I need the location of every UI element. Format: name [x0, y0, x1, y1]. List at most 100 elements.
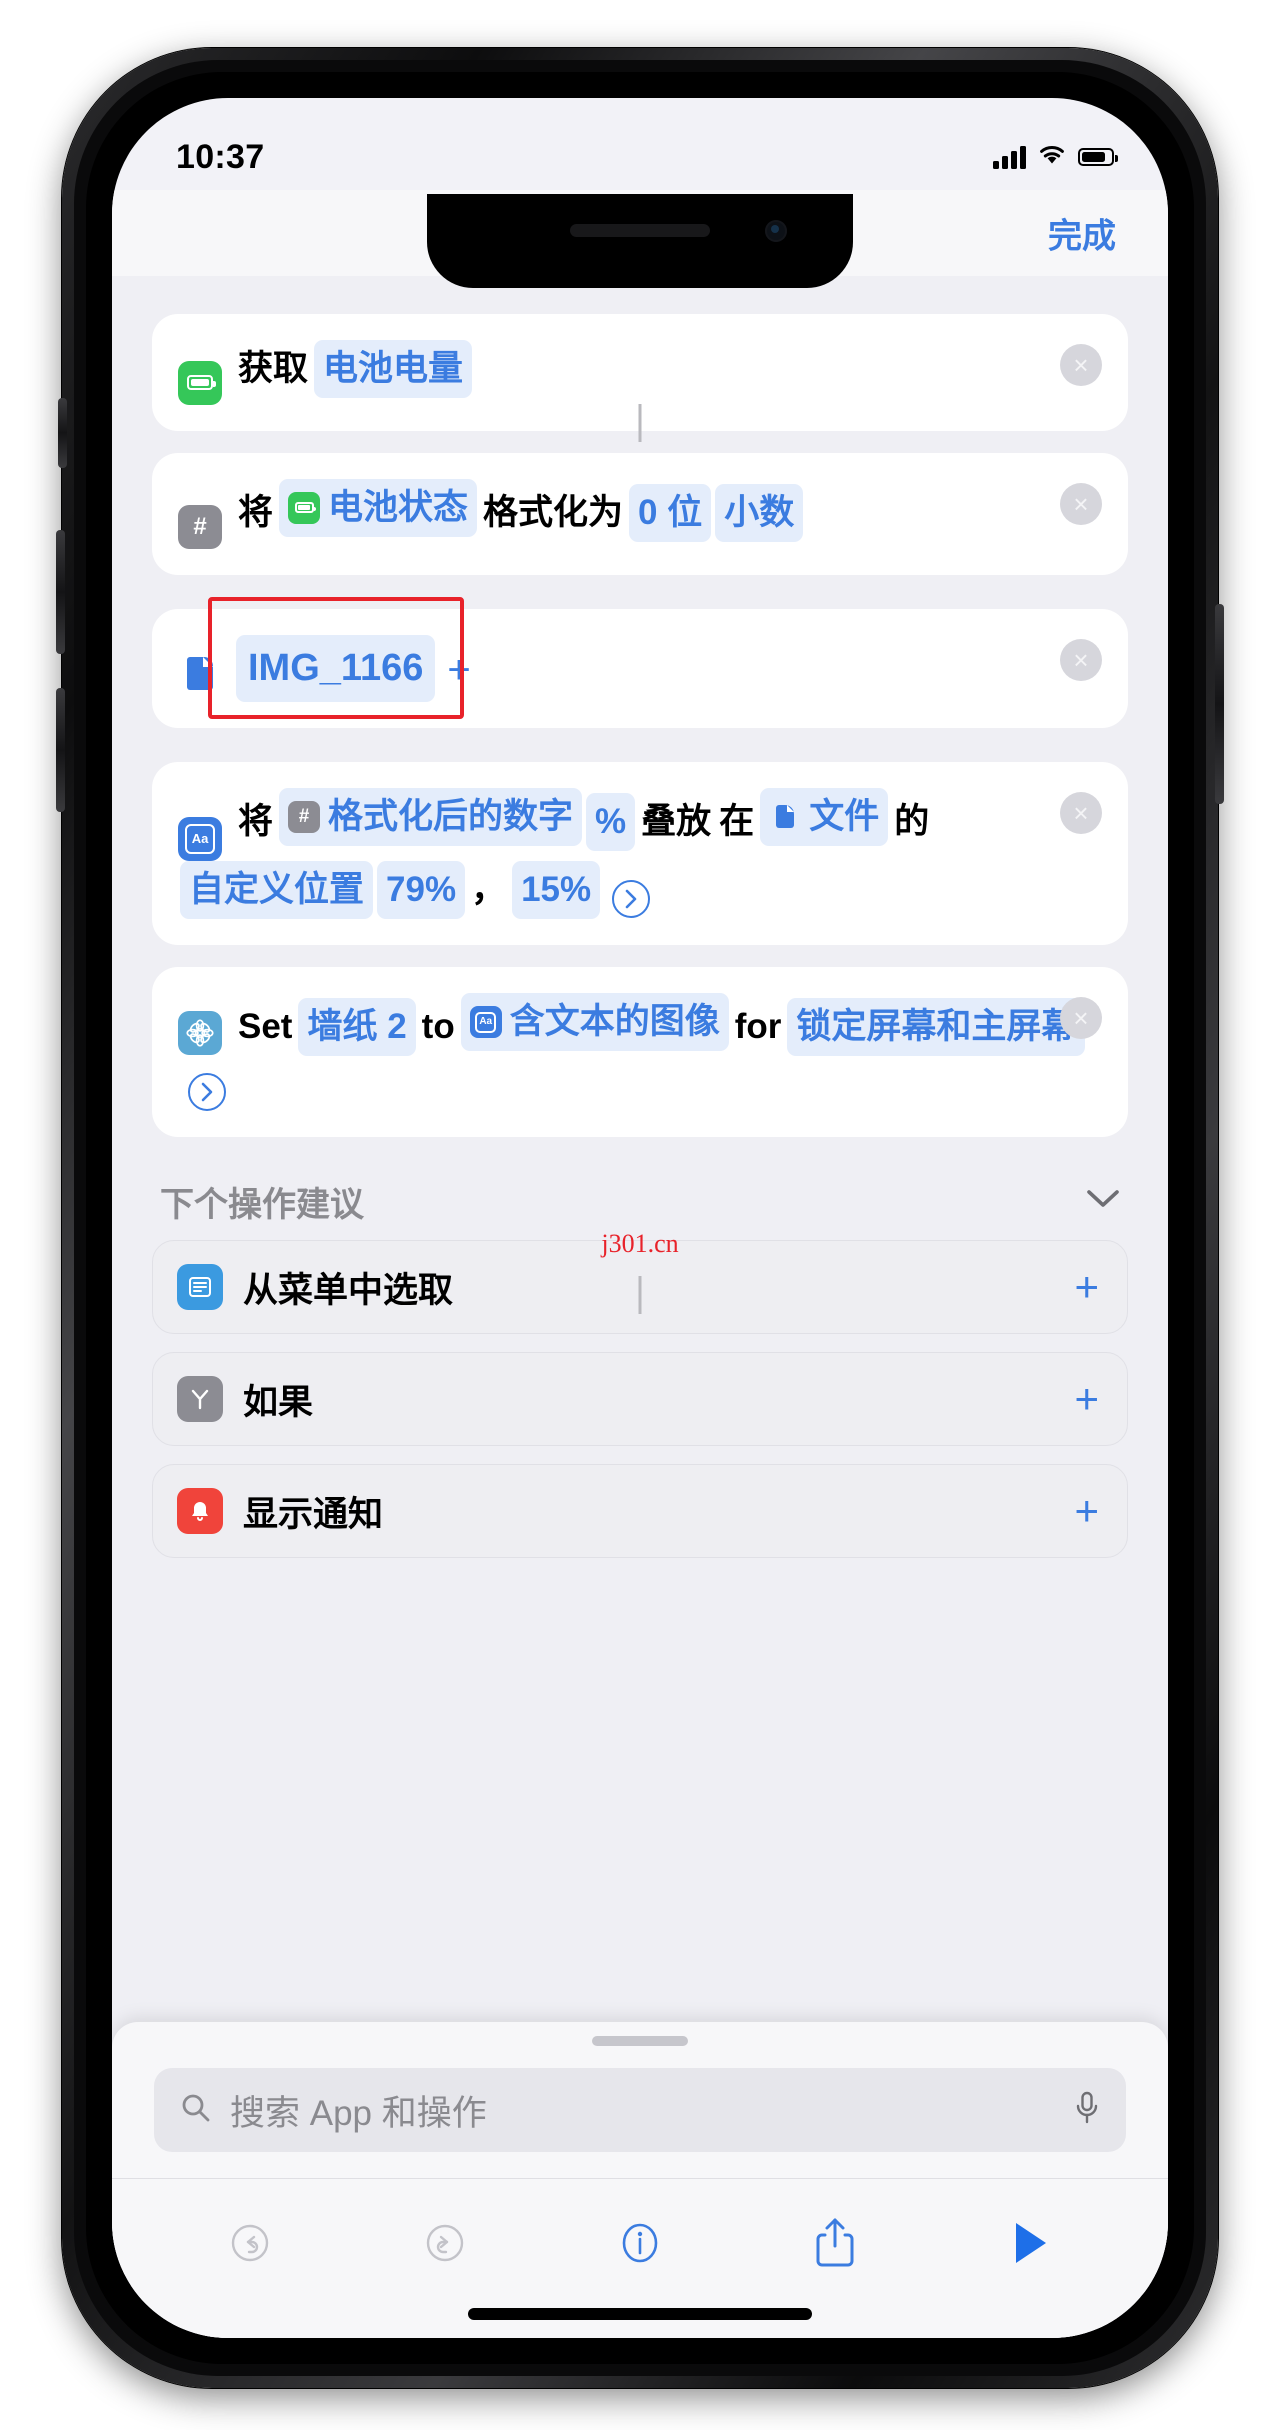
volume-down-button[interactable]	[56, 688, 65, 812]
if-gray-icon	[177, 1376, 223, 1423]
front-camera	[765, 220, 787, 242]
signal-bars-icon	[993, 145, 1026, 169]
power-button[interactable]	[1215, 604, 1224, 804]
suggestion-row-notification[interactable]: 显示通知 +	[152, 1464, 1128, 1559]
battery-green-mini-icon	[288, 491, 321, 524]
expand-details-icon[interactable]	[612, 879, 651, 918]
search-input[interactable]: 搜索 App 和操作	[230, 2085, 1056, 2136]
action-connector	[638, 404, 642, 442]
token-label: 电池状态	[328, 487, 469, 527]
undo-button[interactable]	[210, 2203, 290, 2283]
add-suggestion-button[interactable]: +	[1074, 1378, 1099, 1420]
action-token-screen-target[interactable]: 锁定屏幕和主屏幕	[787, 998, 1086, 1057]
battery-icon	[1078, 148, 1118, 166]
action-text: 获取 电池电量	[178, 340, 1100, 405]
run-button[interactable]	[990, 2203, 1070, 2283]
menu-blue-icon	[177, 1264, 223, 1311]
action-token-file[interactable]: 文件	[760, 787, 889, 846]
action-text: IMG_1166 +	[178, 634, 1100, 702]
sheet-grabber[interactable]	[592, 2036, 688, 2046]
action-token-decimal-label[interactable]: 小数	[715, 483, 804, 542]
add-suggestion-button[interactable]: +	[1074, 1266, 1099, 1308]
done-button[interactable]: 完成	[1048, 209, 1116, 258]
document-blue-icon	[178, 651, 222, 695]
status-bar: 10:37	[112, 98, 1168, 190]
status-bar-time: 10:37	[176, 137, 265, 176]
action-word: 在	[719, 801, 755, 841]
image-text-mini-icon: Aa	[469, 1006, 502, 1039]
volume-up-button[interactable]	[56, 530, 65, 654]
mute-switch[interactable]	[58, 398, 67, 468]
suggestions-title: 下个操作建议	[160, 1186, 364, 1225]
action-word: 获取	[238, 349, 309, 388]
action-word: 格式化为	[483, 492, 624, 532]
action-text: # 将 电池状态 格式化为 0 位小数	[178, 478, 1100, 549]
remove-action-button[interactable]: ×	[1060, 791, 1102, 834]
suggestion-label: 如果	[243, 1382, 314, 1422]
action-token-image-with-text[interactable]: Aa 含文本的图像	[460, 992, 729, 1052]
notch	[427, 194, 853, 288]
action-word: for	[734, 1007, 782, 1047]
chevron-down-icon[interactable]	[1086, 1189, 1120, 1214]
action-word: Set	[238, 1007, 293, 1047]
remove-action-button[interactable]: ×	[1060, 638, 1102, 681]
action-token-custom-position[interactable]: 自定义位置	[180, 860, 374, 919]
suggestion-label: 显示通知	[243, 1494, 384, 1534]
action-token-decimal-places[interactable]: 0 位	[629, 483, 712, 542]
remove-action-button[interactable]: ×	[1060, 344, 1102, 386]
wallpaper-flower-icon	[178, 1011, 222, 1056]
action-word: 将	[238, 492, 274, 532]
battery-green-icon	[178, 360, 222, 405]
add-suggestion-button[interactable]: +	[1074, 1490, 1099, 1532]
status-bar-indicators	[993, 143, 1118, 171]
share-button[interactable]	[795, 2203, 875, 2283]
search-bar[interactable]: 搜索 App 和操作	[154, 2068, 1126, 2152]
action-card-overlay-text[interactable]: Aa 将 # 格式化后的数字% 叠放在文件 的自定义位置 79%， 15% ×	[152, 761, 1128, 945]
action-separator: ，	[471, 869, 507, 909]
microphone-icon[interactable]	[1074, 2091, 1100, 2130]
action-token-battery-level[interactable]: 电池电量	[314, 340, 473, 399]
remove-action-button[interactable]: ×	[1060, 482, 1102, 525]
action-token-battery-state[interactable]: 电池状态	[279, 478, 478, 537]
remove-action-button[interactable]: ×	[1060, 996, 1102, 1039]
action-card-set-wallpaper[interactable]: Set 墙纸 2 to Aa 含文本的图像 for 锁定屏幕和主屏幕 ×	[152, 966, 1128, 1138]
action-card-format-number[interactable]: # 将 电池状态 格式化为 0 位小数 ×	[152, 452, 1128, 575]
token-label: 格式化后的数字	[328, 796, 574, 836]
action-token-x-percent[interactable]: 79%	[377, 860, 466, 919]
token-label: 含文本的图像	[509, 1001, 720, 1041]
action-text: Set 墙纸 2 to Aa 含文本的图像 for 锁定屏幕和主屏幕	[178, 992, 1100, 1112]
action-word: 的	[894, 801, 930, 841]
token-label: 文件	[809, 796, 880, 836]
phone-screen: 10:37 电池百分比	[112, 98, 1168, 2338]
action-token-formatted-number[interactable]: # 格式化后的数字	[279, 787, 583, 846]
add-image-button[interactable]: +	[447, 648, 470, 692]
action-word: 叠放	[641, 801, 712, 841]
action-token-wallpaper[interactable]: 墙纸 2	[298, 998, 416, 1057]
number-hash-mini-icon: #	[288, 800, 321, 833]
notification-red-icon	[177, 1488, 223, 1535]
redo-button[interactable]	[405, 2203, 485, 2283]
search-icon	[180, 2092, 212, 2129]
suggestion-row-if[interactable]: 如果 +	[152, 1352, 1128, 1447]
action-text: Aa 将 # 格式化后的数字% 叠放在文件 的自定义位置 79%， 15%	[178, 787, 1100, 919]
editor-toolbar	[112, 2178, 1168, 2306]
action-word: to	[421, 1007, 455, 1047]
number-hash-icon: #	[178, 504, 222, 549]
screenshot-root: 10:37 电池百分比	[0, 0, 1280, 2430]
watermark: j301.cn	[601, 1229, 679, 1258]
action-token-y-percent[interactable]: 15%	[512, 860, 601, 919]
info-button[interactable]	[600, 2203, 680, 2283]
action-word: 将	[238, 801, 274, 841]
action-card-select-photo[interactable]: IMG_1166 + ×	[152, 596, 1128, 728]
suggestion-label: 从菜单中选取	[243, 1270, 454, 1310]
expand-details-icon[interactable]	[188, 1073, 226, 1112]
action-token-percent[interactable]: %	[586, 792, 636, 851]
action-connector	[638, 1276, 642, 1314]
document-blue-mini-icon	[769, 801, 801, 833]
image-text-icon: Aa	[178, 816, 222, 861]
wifi-icon	[1037, 143, 1067, 171]
home-indicator	[468, 2308, 812, 2320]
action-token-image-name[interactable]: IMG_1166	[236, 634, 436, 702]
bottom-sheet: 搜索 App 和操作	[112, 2022, 1168, 2338]
earpiece-speaker	[570, 224, 710, 237]
